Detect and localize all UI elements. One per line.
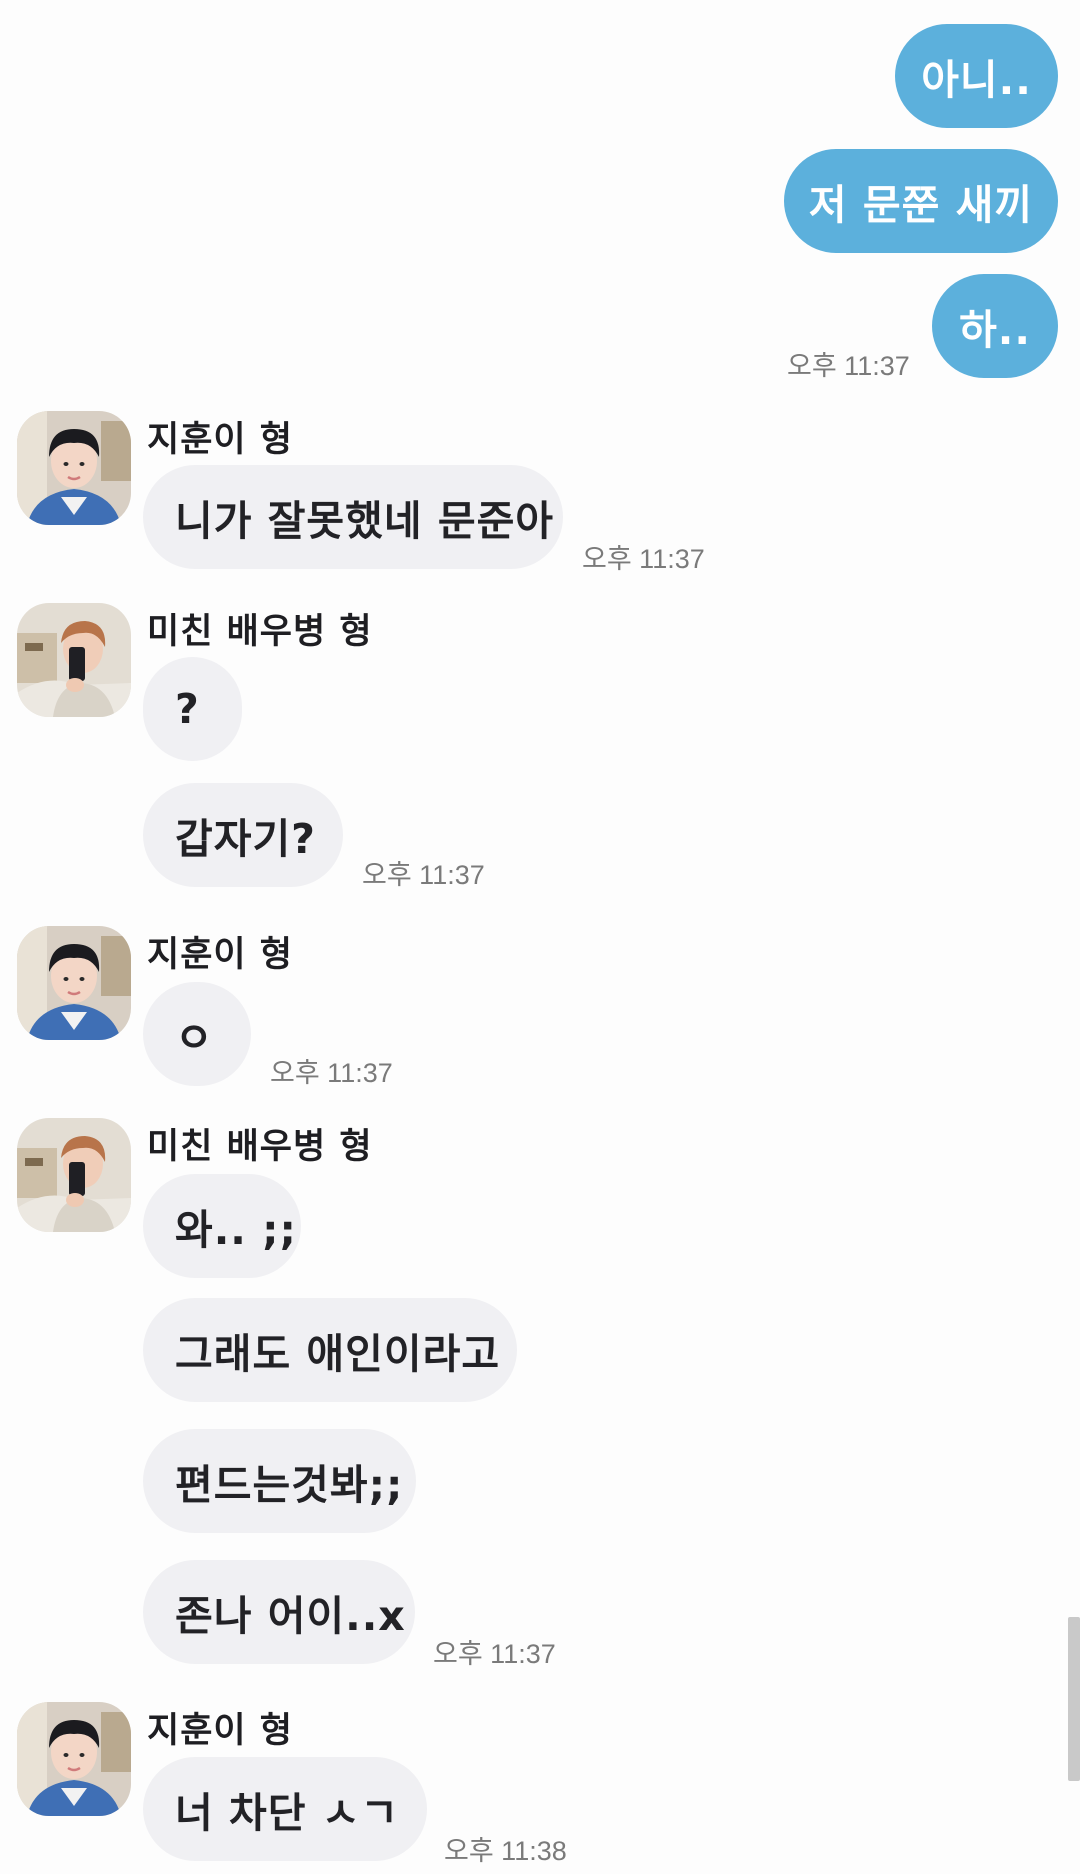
incoming-message[interactable]: 갑자기?	[143, 783, 343, 887]
avatar[interactable]	[17, 603, 131, 717]
sender-name: 미친 배우병 형	[147, 1127, 373, 1167]
outgoing-message[interactable]: 하..	[932, 274, 1058, 378]
incoming-message[interactable]: 니가 잘못했네 문준아	[143, 465, 563, 569]
jihoon-avatar-icon	[17, 926, 131, 1040]
message-timestamp: 오후 11:37	[433, 1639, 556, 1669]
sender-name: 지훈이 형	[147, 1711, 293, 1751]
avatar[interactable]	[17, 1702, 131, 1816]
sender-name: 지훈이 형	[147, 935, 293, 975]
incoming-message[interactable]: 너 차단 ㅅㄱ	[143, 1757, 427, 1861]
message-timestamp: 오후 11:37	[270, 1058, 393, 1088]
avatar[interactable]	[17, 1118, 131, 1232]
avatar[interactable]	[17, 411, 131, 525]
message-timestamp: 오후 11:37	[582, 544, 705, 574]
outgoing-message[interactable]: 아니..	[895, 24, 1058, 128]
incoming-message[interactable]: 그래도 애인이라고	[143, 1298, 517, 1402]
scrollbar-thumb[interactable]	[1068, 1617, 1080, 1781]
incoming-message[interactable]: 존나 어이..x	[143, 1560, 415, 1664]
incoming-message[interactable]: 와.. ;;	[143, 1174, 301, 1278]
jihoon-avatar-icon	[17, 411, 131, 525]
message-timestamp: 오후 11:37	[362, 860, 485, 890]
actor-avatar-icon	[17, 603, 131, 717]
sender-name: 미친 배우병 형	[147, 612, 373, 652]
outgoing-message[interactable]: 저 문쭌 새끼	[784, 149, 1058, 253]
actor-avatar-icon	[17, 1118, 131, 1232]
message-timestamp: 오후 11:37	[787, 351, 910, 381]
jihoon-avatar-icon	[17, 1702, 131, 1816]
avatar[interactable]	[17, 926, 131, 1040]
sender-name: 지훈이 형	[147, 420, 293, 460]
message-timestamp: 오후 11:38	[444, 1836, 567, 1866]
incoming-message[interactable]: 편드는것봐;;	[143, 1429, 416, 1533]
incoming-message[interactable]: ?	[143, 657, 242, 761]
incoming-message[interactable]: ㅇ	[143, 982, 251, 1086]
